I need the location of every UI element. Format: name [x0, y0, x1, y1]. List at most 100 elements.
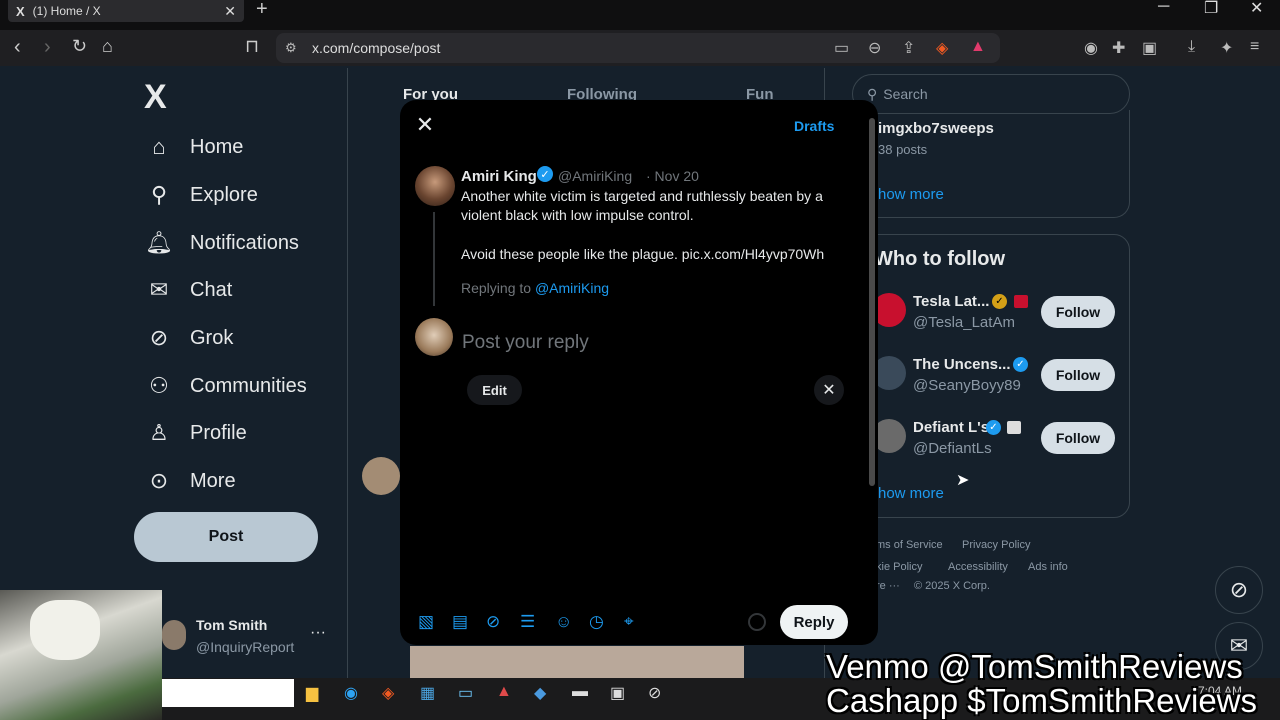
- search-placeholder: Search: [883, 86, 928, 102]
- original-author-name[interactable]: Amiri King: [461, 168, 537, 185]
- grok-fab-icon[interactable]: ⊘: [1215, 566, 1263, 614]
- overlay-cashapp: Cashapp $TomSmithReviews: [826, 682, 1258, 719]
- reload-icon[interactable]: ↻: [72, 36, 87, 57]
- follow-button[interactable]: Follow: [1041, 296, 1115, 328]
- reply-button[interactable]: Reply: [780, 605, 848, 639]
- replying-prefix: Replying to: [461, 280, 532, 296]
- file-explorer-icon[interactable]: ▆: [306, 683, 318, 703]
- home-page-icon[interactable]: ⌂: [102, 36, 113, 57]
- poll-icon[interactable]: ☰: [520, 612, 535, 632]
- leo-ai-icon[interactable]: ✦: [1220, 38, 1233, 58]
- nav-home-label: Home: [190, 135, 244, 158]
- footer-cookie[interactable]: kie Policy: [876, 561, 922, 573]
- webcam-cat: [30, 600, 100, 660]
- brave-shield-icon[interactable]: ◈: [936, 38, 948, 58]
- taskbar-search-input[interactable]: [162, 679, 294, 707]
- trend-name[interactable]: imgxbo7sweeps: [878, 120, 994, 137]
- nav-chat[interactable]: ✉ Chat: [144, 270, 232, 310]
- follow-button[interactable]: Follow: [1041, 422, 1115, 454]
- nav-communities[interactable]: ⚇ Communities: [144, 366, 307, 406]
- share-icon[interactable]: ⇪: [902, 38, 915, 58]
- window-close-icon[interactable]: ✕: [1250, 0, 1263, 18]
- calculator-icon[interactable]: ▦: [420, 683, 435, 703]
- app-icon[interactable]: ▭: [458, 683, 473, 703]
- nav-grok[interactable]: ⊘ Grok: [144, 318, 234, 358]
- minimize-icon[interactable]: ─: [1158, 0, 1169, 16]
- app-icon[interactable]: ▲: [496, 683, 512, 701]
- tab-close-icon[interactable]: ✕: [224, 3, 236, 20]
- suggestion-handle[interactable]: @Tesla_LatAm: [913, 314, 1015, 331]
- close-icon[interactable]: ✕: [414, 112, 436, 138]
- new-tab-icon[interactable]: +: [256, 0, 268, 21]
- menu-icon[interactable]: ≡: [1250, 38, 1259, 56]
- suggestion-name[interactable]: The Uncens...: [913, 356, 1011, 373]
- restore-icon[interactable]: ❐: [1204, 0, 1218, 18]
- zoom-icon[interactable]: ⊖: [868, 38, 881, 58]
- replying-to: Replying to @AmiriKing: [461, 280, 609, 296]
- nav-grok-label: Grok: [190, 326, 234, 349]
- brave-icon[interactable]: ◈: [382, 683, 394, 703]
- feed-post-avatar[interactable]: [362, 457, 400, 495]
- original-author-avatar[interactable]: [415, 166, 455, 206]
- post-button[interactable]: Post: [134, 512, 318, 562]
- nav-explore[interactable]: ⚲ Explore: [144, 175, 258, 215]
- suggestion-name[interactable]: Defiant L's: [913, 419, 989, 436]
- modal-scrollbar[interactable]: [869, 118, 875, 486]
- nav-profile[interactable]: ♙ Profile: [144, 413, 247, 453]
- follow-show-more[interactable]: how more: [878, 485, 944, 502]
- suggestion-handle[interactable]: @DefiantLs: [913, 440, 992, 457]
- account-menu-icon[interactable]: ···: [310, 624, 326, 642]
- original-author-handle[interactable]: @AmiriKing: [558, 168, 632, 184]
- forward-icon[interactable]: ›: [44, 36, 51, 59]
- download-icon[interactable]: ⤓: [1188, 38, 1195, 56]
- reply-input[interactable]: Post your reply: [462, 332, 842, 356]
- back-icon[interactable]: ‹: [14, 36, 21, 59]
- schedule-icon[interactable]: ◷: [589, 612, 604, 632]
- brave-rewards-icon[interactable]: ▲: [970, 38, 986, 56]
- trends-show-more[interactable]: how more: [878, 186, 944, 203]
- who-to-follow-title: Who to follow: [874, 248, 1006, 270]
- cast-icon[interactable]: ▭: [834, 38, 849, 58]
- grok-app-icon[interactable]: ⊘: [648, 683, 661, 703]
- footer-more[interactable]: re ···: [876, 580, 900, 592]
- gif-icon[interactable]: ▤: [452, 612, 468, 632]
- replying-to-handle[interactable]: @AmiriKing: [535, 280, 609, 296]
- camera-icon[interactable]: ▣: [610, 683, 625, 703]
- site-settings-icon[interactable]: ⚙: [285, 40, 297, 56]
- footer-ads[interactable]: Ads info: [1028, 561, 1068, 573]
- footer-accessibility[interactable]: Accessibility: [948, 561, 1008, 573]
- extensions-icon[interactable]: ✚: [1112, 38, 1125, 58]
- footer-terms[interactable]: ms of Service: [876, 539, 943, 551]
- home-icon: ⌂: [152, 134, 166, 159]
- edge-icon[interactable]: ◉: [344, 683, 358, 703]
- footer-privacy[interactable]: Privacy Policy: [962, 539, 1030, 551]
- original-post-text: Another white victim is targeted and rut…: [461, 188, 823, 204]
- wallet-icon[interactable]: ◉: [1084, 38, 1098, 58]
- emoji-icon[interactable]: ☺: [555, 612, 572, 632]
- remove-close-icon[interactable]: ✕: [814, 375, 844, 405]
- x-logo-icon[interactable]: X: [144, 78, 167, 117]
- follow-button[interactable]: Follow: [1041, 359, 1115, 391]
- suggestion-handle[interactable]: @SeanyBoyy89: [913, 377, 1021, 394]
- feed-post-media[interactable]: [410, 646, 744, 678]
- edit-button[interactable]: Edit: [467, 375, 522, 405]
- app-icon[interactable]: ◆: [534, 683, 546, 703]
- account-avatar[interactable]: [162, 620, 186, 650]
- nav-notifications[interactable]: 🔔︎ Notifications: [144, 223, 299, 263]
- nav-chat-label: Chat: [190, 278, 233, 301]
- location-icon[interactable]: ⌖: [624, 612, 634, 632]
- search-input[interactable]: ⚲ Search: [852, 74, 1130, 114]
- url-text[interactable]: x.com/compose/post: [312, 40, 440, 56]
- grok-icon[interactable]: ⊘: [486, 612, 500, 632]
- app-icon[interactable]: ▬: [572, 683, 588, 701]
- account-name[interactable]: Tom Smith: [196, 617, 267, 633]
- sidebar-toggle-icon[interactable]: ▣: [1142, 38, 1157, 58]
- bookmark-icon[interactable]: ⊓: [245, 36, 259, 57]
- drafts-button[interactable]: Drafts: [794, 118, 834, 134]
- image-icon[interactable]: ▧: [418, 612, 434, 632]
- nav-home[interactable]: ⌂ Home: [144, 127, 243, 167]
- browser-tab[interactable]: X (1) Home / X ✕: [8, 0, 244, 22]
- suggestion-name[interactable]: Tesla Lat...: [913, 293, 989, 310]
- nav-more[interactable]: ⊙ More: [144, 461, 236, 501]
- account-handle[interactable]: @InquiryReport: [196, 639, 294, 655]
